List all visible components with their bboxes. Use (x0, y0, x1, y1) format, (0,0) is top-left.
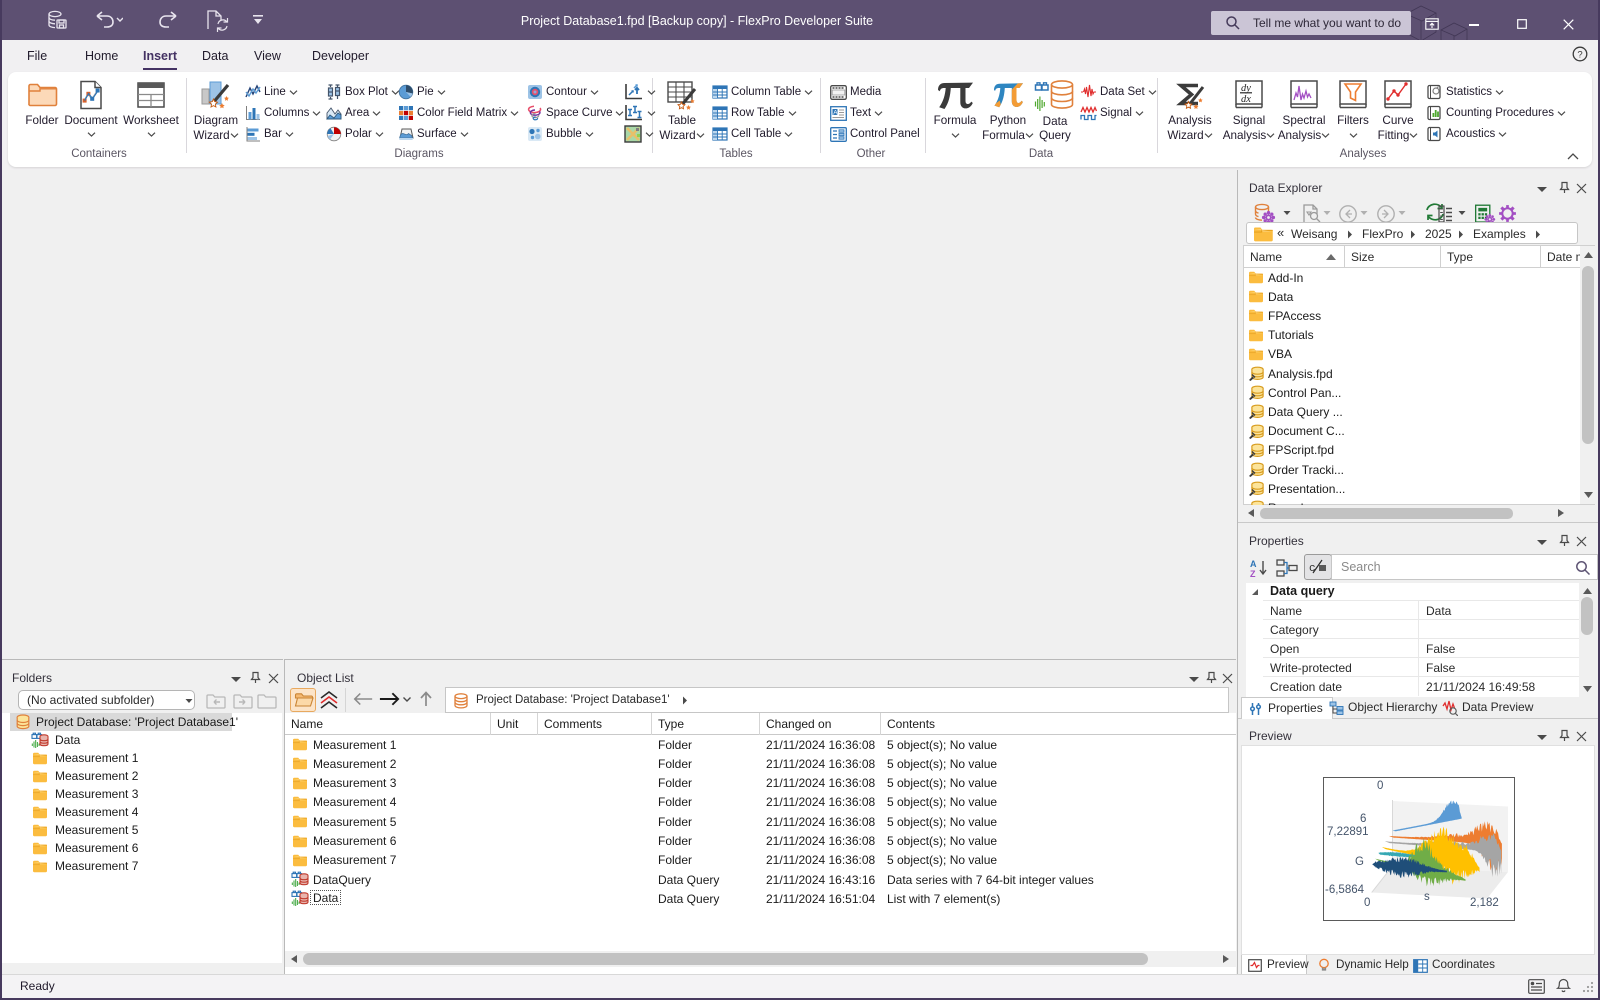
svg-text:A: A (833, 109, 838, 116)
svg-text:Z: Z (1250, 569, 1256, 578)
svg-text:c: c (1309, 563, 1316, 575)
svg-text:dx: dx (1241, 94, 1251, 105)
svg-text:A: A (1250, 559, 1257, 569)
svg-text:?: ? (1577, 50, 1582, 61)
